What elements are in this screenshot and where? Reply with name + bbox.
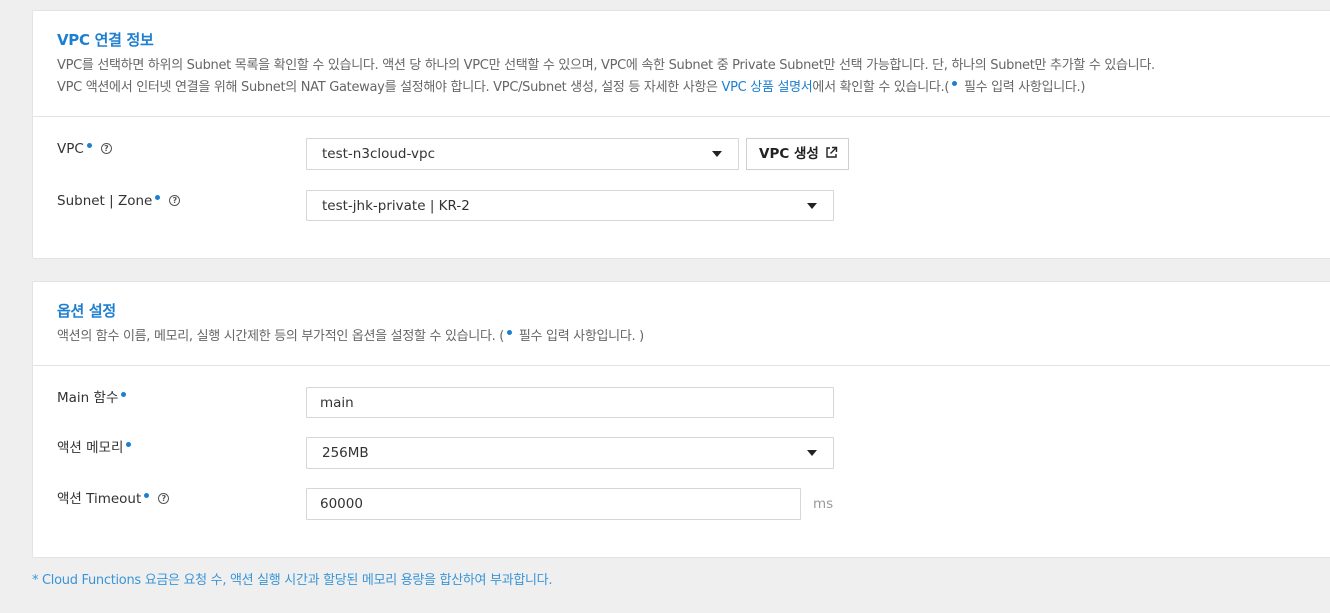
subnet-row: Subnet | Zone? test-jhk-private | KR-2 bbox=[57, 190, 1317, 222]
help-icon[interactable]: ? bbox=[169, 194, 181, 206]
memory-row: 액션 메모리 256MB bbox=[57, 437, 1317, 469]
timeout-unit: ms bbox=[813, 496, 834, 512]
required-dot-icon bbox=[86, 143, 92, 148]
required-dot-icon bbox=[121, 392, 127, 397]
help-icon[interactable]: ? bbox=[100, 142, 112, 154]
main-function-input[interactable]: main bbox=[306, 387, 834, 418]
timeout-label: 액션 Timeout? bbox=[57, 489, 170, 509]
chevron-down-icon bbox=[712, 151, 722, 157]
required-dot-icon bbox=[144, 493, 150, 498]
vpc-create-button[interactable]: VPC 생성 bbox=[746, 138, 849, 170]
subnet-select[interactable]: test-jhk-private | KR-2 bbox=[306, 190, 834, 221]
vpc-panel-header: VPC 연결 정보 VPC를 선택하면 하위의 Subnet 목록을 확인할 수… bbox=[33, 11, 1330, 117]
chevron-down-icon bbox=[807, 450, 817, 456]
timeout-input[interactable]: 60000 bbox=[306, 488, 801, 520]
vpc-product-doc-link[interactable]: VPC 상품 설명서 bbox=[722, 80, 813, 95]
vpc-desc-line1: VPC를 선택하면 하위의 Subnet 목록을 확인할 수 있습니다. 액션 … bbox=[57, 58, 1155, 73]
help-icon[interactable]: ? bbox=[158, 492, 170, 504]
timeout-row: 액션 Timeout? 60000 ms bbox=[57, 488, 1317, 520]
required-dot-icon bbox=[126, 442, 132, 447]
vpc-row: VPC? test-n3cloud-vpc VPC 생성 bbox=[57, 138, 1317, 170]
required-dot-icon bbox=[155, 195, 161, 200]
main-function-row: Main 함수 main bbox=[57, 387, 1317, 419]
option-panel-description: 액션의 함수 이름, 메모리, 실행 시간제한 등의 부가적인 옵션을 설정할 … bbox=[57, 329, 644, 344]
vpc-select[interactable]: test-n3cloud-vpc bbox=[306, 138, 739, 170]
vpc-connection-panel: VPC 연결 정보 VPC를 선택하면 하위의 Subnet 목록을 확인할 수… bbox=[32, 10, 1330, 259]
vpc-desc-line2: VPC 액션에서 인터넷 연결을 위해 Subnet의 NAT Gateway를… bbox=[57, 80, 1086, 95]
chevron-down-icon bbox=[807, 203, 817, 209]
option-panel-header: 옵션 설정 액션의 함수 이름, 메모리, 실행 시간제한 등의 부가적인 옵션… bbox=[33, 282, 1330, 366]
vpc-panel-description: VPC를 선택하면 하위의 Subnet 목록을 확인할 수 있습니다. 액션 … bbox=[57, 55, 1317, 99]
required-dot-icon bbox=[952, 81, 958, 86]
required-dot-icon bbox=[507, 330, 513, 335]
main-function-label: Main 함수 bbox=[57, 388, 129, 408]
external-link-icon bbox=[826, 146, 837, 158]
memory-select[interactable]: 256MB bbox=[306, 437, 834, 469]
subnet-label: Subnet | Zone? bbox=[57, 191, 181, 211]
vpc-label: VPC? bbox=[57, 139, 112, 159]
memory-label: 액션 메모리 bbox=[57, 438, 134, 458]
vpc-panel-title: VPC 연결 정보 bbox=[57, 31, 154, 49]
option-settings-panel: 옵션 설정 액션의 함수 이름, 메모리, 실행 시간제한 등의 부가적인 옵션… bbox=[32, 281, 1330, 558]
pricing-footnote: * Cloud Functions 요금은 요청 수, 액션 실행 시간과 할당… bbox=[32, 573, 553, 588]
option-panel-title: 옵션 설정 bbox=[57, 302, 116, 320]
